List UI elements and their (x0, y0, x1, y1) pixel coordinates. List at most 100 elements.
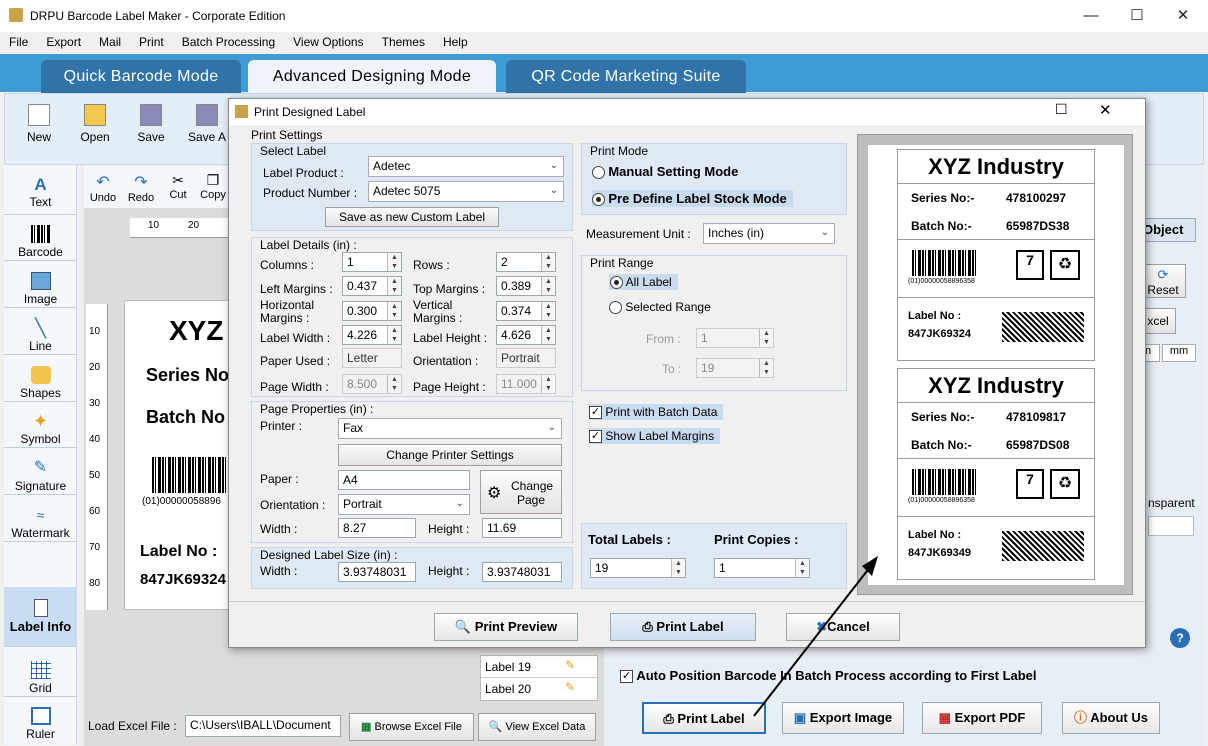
menu-file[interactable]: File (0, 32, 37, 49)
product-number-select[interactable]: Adetec 5075 ⌄ (368, 181, 564, 202)
tool-text[interactable]: A Text (4, 169, 77, 215)
menu-print[interactable]: Print (130, 32, 173, 49)
printer-select[interactable]: Fax ⌄ (338, 418, 562, 439)
list-item[interactable]: Label 19 ✎ (481, 656, 597, 678)
spinner-icon[interactable]: ▲ ▼ (387, 277, 401, 295)
change-printer-settings-button[interactable]: Change Printer Settings (338, 444, 562, 466)
canvas-batch[interactable]: Batch No (146, 407, 225, 428)
excel-path-field[interactable]: C:\Users\IBALL\Document (185, 715, 341, 737)
canvas-series[interactable]: Series No (146, 365, 229, 386)
vertical-margins-field[interactable]: 0.374 ▲ ▼ (496, 301, 556, 321)
horizontal-margins-field[interactable]: 0.300 ▲ ▼ (342, 301, 402, 321)
print-dialog: Print Designed Label ☐ ✕ Print Settings … (228, 98, 1146, 648)
spinner-icon[interactable]: ▲ ▼ (671, 559, 685, 577)
tab-advanced-designing[interactable]: Advanced Designing Mode (248, 60, 496, 93)
preview-2d-barcode (1002, 312, 1084, 342)
rows-field[interactable]: 2 ▲ ▼ (496, 252, 556, 272)
page-width-input[interactable]: 8.27 (338, 518, 416, 538)
tab-quick-barcode[interactable]: Quick Barcode Mode (41, 60, 241, 93)
tool-grid[interactable]: Grid (4, 651, 77, 697)
all-label-radio[interactable]: All Label (609, 274, 678, 291)
canvas-label-no[interactable]: Label No : (140, 543, 217, 561)
redo-button[interactable]: ↷ Redo (126, 172, 156, 204)
help-icon[interactable]: ? (1170, 628, 1190, 648)
edit-icon[interactable]: ✎ (565, 680, 575, 694)
undo-button[interactable]: ↶ Undo (88, 172, 118, 204)
spinner-icon: ▲ ▼ (759, 359, 773, 377)
left-margins-field[interactable]: 0.437 ▲ ▼ (342, 276, 402, 296)
new-button[interactable]: New (15, 100, 63, 160)
print-label-button[interactable]: ⎙ Print Label (610, 613, 756, 641)
save-custom-label-button[interactable]: Save as new Custom Label (325, 207, 499, 227)
reset-button[interactable]: ⟳ Reset (1140, 264, 1186, 298)
maximize-icon[interactable]: ☐ (1114, 0, 1160, 32)
export-pdf-button[interactable]: ▦ Export PDF (922, 702, 1042, 734)
top-margins-field[interactable]: 0.389 ▲ ▼ (496, 276, 556, 296)
canvas-label[interactable]: XYZ Series No Batch No (01)00000058896 L… (124, 300, 234, 610)
save-button[interactable]: Save (127, 100, 175, 160)
menu-view[interactable]: View Options (284, 32, 372, 49)
label-product-select[interactable]: Adetec ⌄ (368, 156, 564, 177)
paper-field[interactable]: A4 (338, 470, 470, 490)
label-width-field[interactable]: 4.226 ▲ ▼ (342, 325, 402, 345)
spinner-icon[interactable]: ▲ ▼ (541, 253, 555, 271)
print-preview-button[interactable]: 🔍 Print Preview (434, 613, 578, 641)
browse-excel-button[interactable]: ▦ Browse Excel File (349, 713, 474, 741)
menu-themes[interactable]: Themes (373, 32, 434, 49)
show-margins-checkbox[interactable]: ✓ Show Label Margins (589, 428, 721, 445)
printer-icon: ⎙ (642, 619, 653, 634)
manual-mode-radio[interactable]: Manual Setting Mode (592, 164, 738, 180)
menu-mail[interactable]: Mail (90, 32, 130, 49)
open-button[interactable]: Open (71, 100, 119, 160)
orientation-select[interactable]: Portrait ⌄ (338, 494, 470, 515)
tool-symbol[interactable]: ✦ Symbol (4, 402, 77, 448)
canvas-barcode[interactable] (152, 457, 232, 493)
page-height-input[interactable]: 11.69 (482, 518, 562, 538)
copy-button[interactable]: ❐ Copy (198, 172, 228, 201)
predefine-mode-radio[interactable]: Pre Define Label Stock Mode (592, 190, 793, 208)
save-as-button[interactable]: Save A (183, 100, 231, 160)
close-icon[interactable]: ✕ (1160, 0, 1206, 32)
cut-button[interactable]: ✂ Cut (164, 172, 192, 201)
menu-help[interactable]: Help (434, 32, 477, 49)
tool-line[interactable]: ╲ Line (4, 309, 77, 355)
spinner-icon[interactable]: ▲ ▼ (541, 277, 555, 295)
list-item[interactable]: Label 20 ✎ (481, 678, 597, 700)
object-tab[interactable]: Object (1138, 218, 1196, 242)
dialog-close-icon[interactable]: ✕ (1099, 101, 1112, 119)
tool-shapes[interactable]: Shapes (4, 356, 77, 402)
tool-image[interactable]: Image (4, 262, 77, 308)
canvas-label-value[interactable]: 847JK69324 (140, 571, 226, 588)
tool-watermark[interactable]: ≈ Watermark (4, 496, 77, 542)
about-us-button[interactable]: ⓘ About Us (1062, 702, 1160, 734)
spinner-icon[interactable]: ▲ ▼ (541, 326, 555, 344)
spinner-icon[interactable]: ▲ ▼ (387, 253, 401, 271)
measurement-unit-select[interactable]: Inches (in) ⌄ (703, 223, 835, 244)
minimize-icon[interactable]: — (1068, 0, 1114, 32)
menu-batch[interactable]: Batch Processing (173, 32, 284, 49)
spinner-icon[interactable]: ▲ ▼ (387, 302, 401, 320)
designed-height-field[interactable]: 3.93748031 (482, 562, 562, 582)
edit-icon[interactable]: ✎ (565, 658, 575, 672)
unit-mm-option[interactable]: mm (1162, 344, 1196, 362)
tab-qr-marketing[interactable]: QR Code Marketing Suite (506, 60, 746, 93)
tool-signature[interactable]: ✎ Signature (4, 449, 77, 495)
tool-label-info[interactable]: Label Info (4, 587, 77, 647)
dialog-maximize-icon[interactable]: ☐ (1055, 101, 1068, 118)
view-excel-button[interactable]: 🔍 View Excel Data (478, 713, 596, 741)
menu-export[interactable]: Export (37, 32, 90, 49)
selected-range-radio[interactable]: Selected Range (609, 300, 711, 315)
print-batch-checkbox[interactable]: ✓ Print with Batch Data (589, 404, 724, 421)
change-page-button[interactable]: ⚙ Change Page (480, 470, 562, 514)
tool-barcode[interactable]: Barcode (4, 215, 77, 261)
spinner-icon[interactable]: ▲ ▼ (387, 326, 401, 344)
chevron-down-icon: ⌄ (547, 422, 556, 433)
total-labels-field[interactable]: 19 ▲ ▼ (590, 558, 686, 578)
designed-width-field[interactable]: 3.93748031 (338, 562, 416, 582)
tool-ruler[interactable]: Ruler (4, 697, 77, 743)
canvas-title[interactable]: XYZ (169, 315, 223, 347)
label-height-field[interactable]: 4.626 ▲ ▼ (496, 325, 556, 345)
columns-field[interactable]: 1 ▲ ▼ (342, 252, 402, 272)
spinner-icon[interactable]: ▲ ▼ (541, 302, 555, 320)
transparent-field[interactable] (1148, 516, 1194, 536)
